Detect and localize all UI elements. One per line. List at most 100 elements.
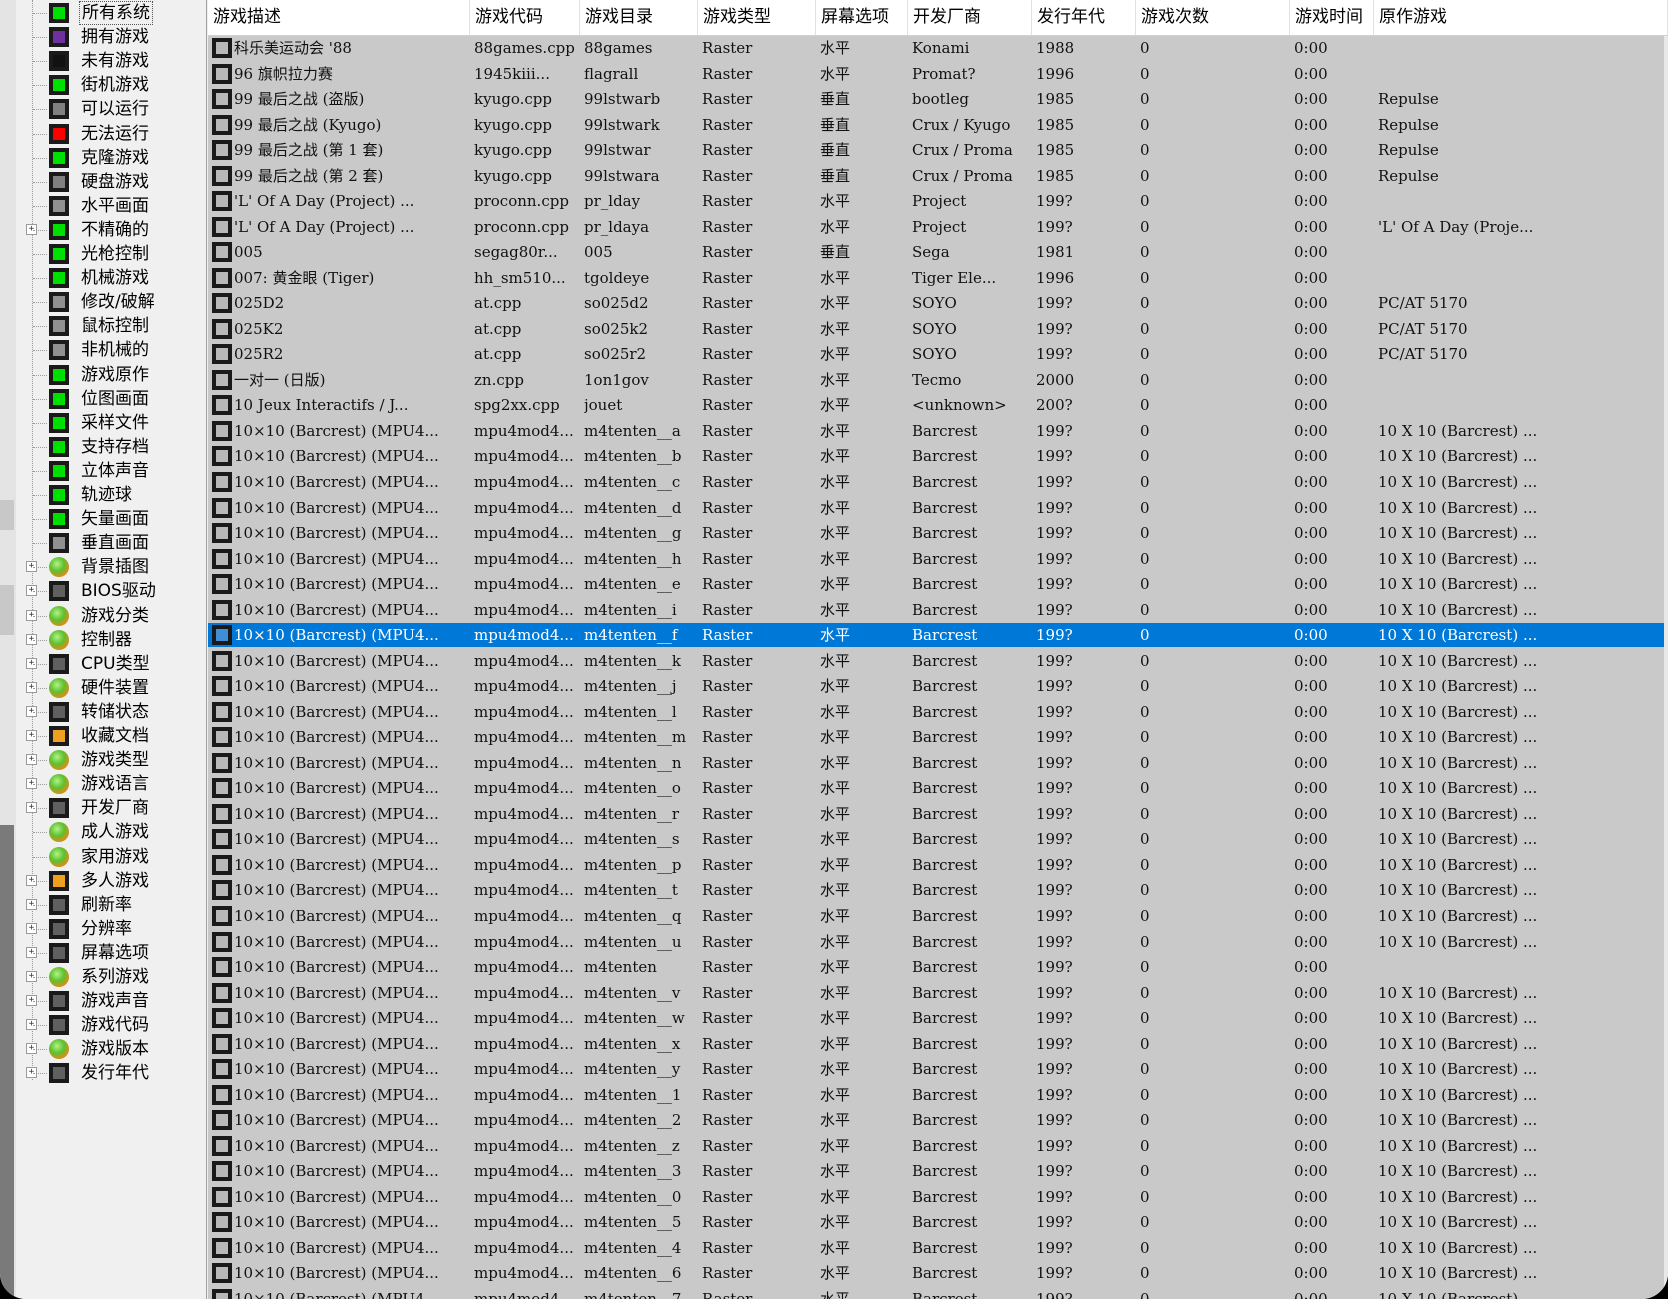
sidebar-item[interactable]: + 不精确的 <box>16 218 206 242</box>
column-header-year[interactable]: 发行年代 <box>1032 0 1136 35</box>
table-row[interactable]: 10×10 (Barcrest) (MPU4... mpu4mod4... m4te… <box>208 1236 1668 1260</box>
sidebar-item[interactable]: + 背景插图 <box>16 555 206 579</box>
sidebar-item[interactable]: 拥有游戏 <box>16 25 206 49</box>
sidebar-item[interactable]: + 游戏分类 <box>16 604 206 628</box>
table-row[interactable]: 'L' Of A Day (Project) ... proconn.cpp pr_… <box>208 189 1668 213</box>
column-header-parent[interactable]: 原作游戏 <box>1374 0 1668 35</box>
table-row[interactable]: 10×10 (Barcrest) (MPU4... mpu4mod4... m4te… <box>208 1134 1668 1158</box>
sidebar-item[interactable]: 无法运行 <box>16 122 206 146</box>
sidebar-item[interactable]: 修改/破解 <box>16 290 206 314</box>
column-header-time[interactable]: 游戏时间 <box>1290 0 1374 35</box>
sidebar-item[interactable]: + 多人游戏 <box>16 869 206 893</box>
sidebar-item[interactable]: 水平画面 <box>16 194 206 218</box>
sidebar-item[interactable]: 非机械的 <box>16 338 206 362</box>
table-row[interactable]: 10×10 (Barcrest) (MPU4... mpu4mod4... m4te… <box>208 598 1668 622</box>
table-row[interactable]: 10×10 (Barcrest) (MPU4... mpu4mod4... m4te… <box>208 470 1668 494</box>
sidebar-item[interactable]: + 游戏声音 <box>16 989 206 1013</box>
table-row[interactable]: 10×10 (Barcrest) (MPU4... mpu4mod4... m4te… <box>208 674 1668 698</box>
table-row[interactable]: 10×10 (Barcrest) (MPU4... mpu4mod4... m4te… <box>208 981 1668 1005</box>
sidebar-item[interactable]: + CPU类型 <box>16 652 206 676</box>
sidebar-item[interactable]: + 转储状态 <box>16 700 206 724</box>
table-row[interactable]: 99 最后之战 (第 1 套) kyugo.cpp 99lstwar Raster 垂直… <box>208 138 1668 162</box>
column-header-type[interactable]: 游戏类型 <box>698 0 816 35</box>
table-row[interactable]: 025D2 at.cpp so025d2 Raster 水平 SOYO 199? 0 0:00 P… <box>208 291 1668 315</box>
table-row[interactable]: 10×10 (Barcrest) (MPU4... mpu4mod4... m4te… <box>208 827 1668 851</box>
table-row[interactable]: 10×10 (Barcrest) (MPU4... mpu4mod4... m4te… <box>208 649 1668 673</box>
sidebar-item[interactable]: + 控制器 <box>16 628 206 652</box>
sidebar-item[interactable]: + BIOS驱动 <box>16 579 206 603</box>
table-row[interactable]: 007: 黄金眼 (Tiger) hh_sm510... tgoldeye Raste… <box>208 266 1668 290</box>
column-header-desc[interactable]: 游戏描述 ^ <box>208 0 470 35</box>
table-row[interactable]: 10×10 (Barcrest) (MPU4... mpu4mod4... m4te… <box>208 444 1668 468</box>
table-row[interactable]: 10×10 (Barcrest) (MPU4... mpu4mod4... m4te… <box>208 1057 1668 1081</box>
table-row[interactable]: 10×10 (Barcrest) (MPU4... mpu4mod4... m4te… <box>208 1210 1668 1234</box>
table-row[interactable]: 96 旗帜拉力赛 1945kiii... flagrall Raster 水平 Proma… <box>208 62 1668 86</box>
sidebar-item[interactable]: + 开发厂商 <box>16 796 206 820</box>
sidebar-item[interactable]: 采样文件 <box>16 411 206 435</box>
sidebar-item[interactable]: 轨迹球 <box>16 483 206 507</box>
table-row[interactable]: 10×10 (Barcrest) (MPU4... mpu4mod4... m4te… <box>208 1159 1668 1183</box>
sidebar-item[interactable]: 未有游戏 <box>16 49 206 73</box>
sidebar-item[interactable]: 家用游戏 <box>16 845 206 869</box>
sidebar-item[interactable]: + 刷新率 <box>16 893 206 917</box>
table-row[interactable]: 10×10 (Barcrest) (MPU4... mpu4mod4... m4te… <box>208 572 1668 596</box>
table-row[interactable]: 'L' Of A Day (Project) ... proconn.cpp pr_… <box>208 215 1668 239</box>
sidebar-item[interactable]: 鼠标控制 <box>16 314 206 338</box>
sidebar-item[interactable]: + 硬件装置 <box>16 676 206 700</box>
sidebar-item[interactable]: 游戏原作 <box>16 363 206 387</box>
sidebar-item[interactable]: 硬盘游戏 <box>16 170 206 194</box>
sidebar-item[interactable]: + 游戏代码 <box>16 1013 206 1037</box>
table-row[interactable]: 一对一 (日版) zn.cpp 1on1gov Raster 水平 Tecmo 2000 0 0… <box>208 368 1668 392</box>
table-row[interactable]: 10×10 (Barcrest) (MPU4... mpu4mod4... m4te… <box>208 725 1668 749</box>
table-row[interactable]: 10×10 (Barcrest) (MPU4... mpu4mod4... m4te… <box>208 930 1668 954</box>
table-row[interactable]: 10×10 (Barcrest) (MPU4... mpu4mod4... m4te… <box>208 1083 1668 1107</box>
table-row[interactable]: 10×10 (Barcrest) (MPU4... mpu4mod4... m4te… <box>208 955 1668 979</box>
sidebar-item[interactable]: + 屏幕选项 <box>16 941 206 965</box>
sidebar-item[interactable]: 垂直画面 <box>16 531 206 555</box>
table-row[interactable]: 10×10 (Barcrest) (MPU4... mpu4mod4... m4te… <box>208 878 1668 902</box>
vertical-scrollbar[interactable] <box>1664 36 1668 1299</box>
table-row[interactable]: 10×10 (Barcrest) (MPU4... mpu4mod4... m4te… <box>208 521 1668 545</box>
sidebar-item[interactable]: 街机游戏 <box>16 73 206 97</box>
table-row[interactable]: 10×10 (Barcrest) (MPU4... mpu4mod4... m4te… <box>208 1006 1668 1030</box>
sidebar-item[interactable]: 成人游戏 <box>16 820 206 844</box>
table-row[interactable]: 025K2 at.cpp so025k2 Raster 水平 SOYO 199? 0 0:00 P… <box>208 317 1668 341</box>
table-row[interactable]: 10×10 (Barcrest) (MPU4... mpu4mod4... m4te… <box>208 904 1668 928</box>
table-row[interactable]: 10×10 (Barcrest) (MPU4... mpu4mod4... m4te… <box>208 1287 1668 1299</box>
sidebar-item[interactable]: 立体声音 <box>16 459 206 483</box>
table-row[interactable]: 10×10 (Barcrest) (MPU4... mpu4mod4... m4te… <box>208 1261 1668 1285</box>
sidebar-item[interactable]: + 系列游戏 <box>16 965 206 989</box>
column-header-maker[interactable]: 开发厂商 <box>908 0 1032 35</box>
table-row[interactable]: 99 最后之战 (Kyugo) kyugo.cpp 99lstwark Raster 垂… <box>208 113 1668 137</box>
table-row[interactable]: 10×10 (Barcrest) (MPU4... mpu4mod4... m4te… <box>208 496 1668 520</box>
sidebar-item[interactable]: + 发行年代 <box>16 1061 206 1085</box>
table-row[interactable]: 10×10 (Barcrest) (MPU4... mpu4mod4... m4te… <box>208 853 1668 877</box>
sidebar-item[interactable]: + 分辨率 <box>16 917 206 941</box>
column-header-dir[interactable]: 游戏目录 <box>580 0 698 35</box>
column-header-plays[interactable]: 游戏次数 <box>1136 0 1290 35</box>
sidebar-item[interactable]: 可以运行 <box>16 97 206 121</box>
sidebar-item[interactable]: + 游戏语言 <box>16 772 206 796</box>
sidebar-item[interactable]: 克隆游戏 <box>16 146 206 170</box>
table-row[interactable]: 10×10 (Barcrest) (MPU4... mpu4mod4... m4te… <box>208 623 1668 648</box>
sidebar-item[interactable]: + 游戏类型 <box>16 748 206 772</box>
table-row[interactable]: 10×10 (Barcrest) (MPU4... mpu4mod4... m4te… <box>208 1032 1668 1056</box>
sidebar-item[interactable]: 光枪控制 <box>16 242 206 266</box>
sidebar-item[interactable]: 所有系统 <box>16 1 206 25</box>
table-row[interactable]: 10×10 (Barcrest) (MPU4... mpu4mod4... m4te… <box>208 776 1668 800</box>
sidebar-item[interactable]: 矢量画面 <box>16 507 206 531</box>
table-row[interactable]: 10×10 (Barcrest) (MPU4... mpu4mod4... m4te… <box>208 547 1668 571</box>
column-header-screen[interactable]: 屏幕选项 <box>816 0 908 35</box>
sidebar-item[interactable]: 位图画面 <box>16 387 206 411</box>
table-row[interactable]: 99 最后之战 (盗版) kyugo.cpp 99lstwarb Raster 垂直 bo… <box>208 87 1668 111</box>
table-row[interactable]: 025R2 at.cpp so025r2 Raster 水平 SOYO 199? 0 0:00 P… <box>208 342 1668 366</box>
table-row[interactable]: 10 Jeux Interactifs / J... spg2xx.cpp joue… <box>208 393 1668 417</box>
sidebar-item[interactable]: 支持存档 <box>16 435 206 459</box>
table-row[interactable]: 10×10 (Barcrest) (MPU4... mpu4mod4... m4te… <box>208 802 1668 826</box>
table-row[interactable]: 10×10 (Barcrest) (MPU4... mpu4mod4... m4te… <box>208 1185 1668 1209</box>
table-row[interactable]: 10×10 (Barcrest) (MPU4... mpu4mod4... m4te… <box>208 1108 1668 1132</box>
table-row[interactable]: 10×10 (Barcrest) (MPU4... mpu4mod4... m4te… <box>208 419 1668 443</box>
sidebar-item[interactable]: 机械游戏 <box>16 266 206 290</box>
table-row[interactable]: 10×10 (Barcrest) (MPU4... mpu4mod4... m4te… <box>208 751 1668 775</box>
table-row[interactable]: 005 segag80r... 005 Raster 垂直 Sega 1981 0 0:00 <box>208 240 1668 264</box>
